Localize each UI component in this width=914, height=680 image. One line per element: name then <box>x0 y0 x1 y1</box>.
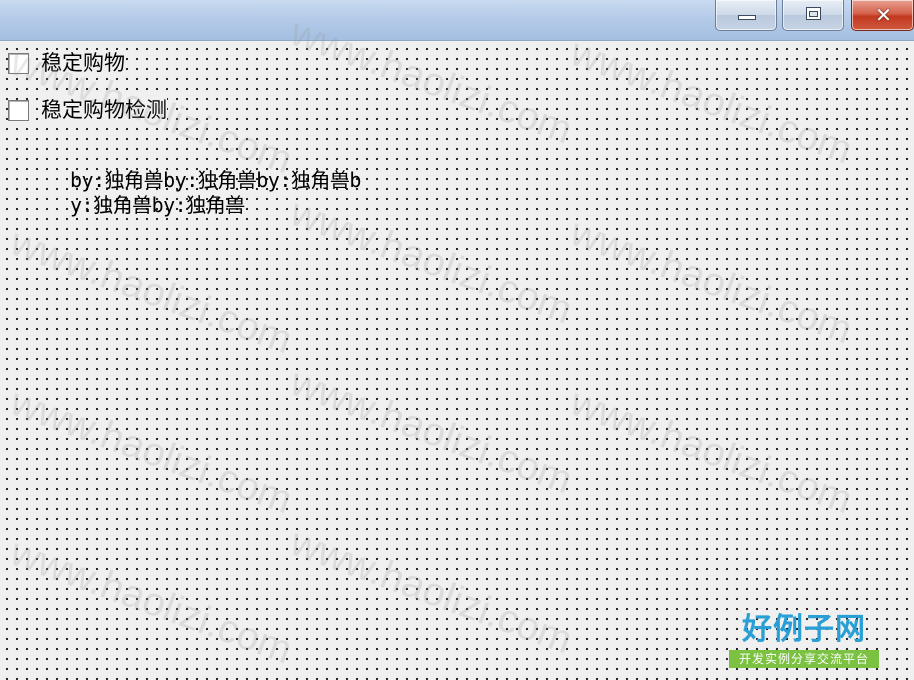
app-window: ✕ 稳定购物 稳定购物检测 by:独角兽by:独角兽by:独角兽by:独角兽by… <box>0 0 914 680</box>
checkbox-box[interactable] <box>8 99 29 121</box>
close-button[interactable]: ✕ <box>851 0 914 31</box>
checkbox-label: 稳定购物检测 <box>41 97 167 123</box>
minimize-icon <box>738 15 756 20</box>
minimize-button[interactable] <box>715 0 777 31</box>
checkbox-stable-shopping[interactable]: 稳定购物 <box>8 50 125 76</box>
maximize-button[interactable] <box>782 0 844 31</box>
checkbox-label: 稳定购物 <box>41 50 125 76</box>
haolizi-logo: 好例子网 开发实例分享交流平台 <box>729 612 879 670</box>
title-bar[interactable]: ✕ <box>0 0 914 41</box>
close-icon: ✕ <box>875 3 892 27</box>
logo-sub-text: 开发实例分享交流平台 <box>729 650 879 668</box>
maximize-icon <box>806 7 821 20</box>
credit-label: by:独角兽by:独角兽by:独角兽by:独角兽by:独角兽 <box>70 168 361 217</box>
checkbox-stable-shopping-detect[interactable]: 稳定购物检测 <box>8 97 167 123</box>
checkbox-box[interactable] <box>8 52 29 74</box>
logo-main-text: 好例子网 <box>742 612 866 647</box>
form-client-area: 稳定购物 稳定购物检测 by:独角兽by:独角兽by:独角兽by:独角兽by:独… <box>0 41 914 680</box>
